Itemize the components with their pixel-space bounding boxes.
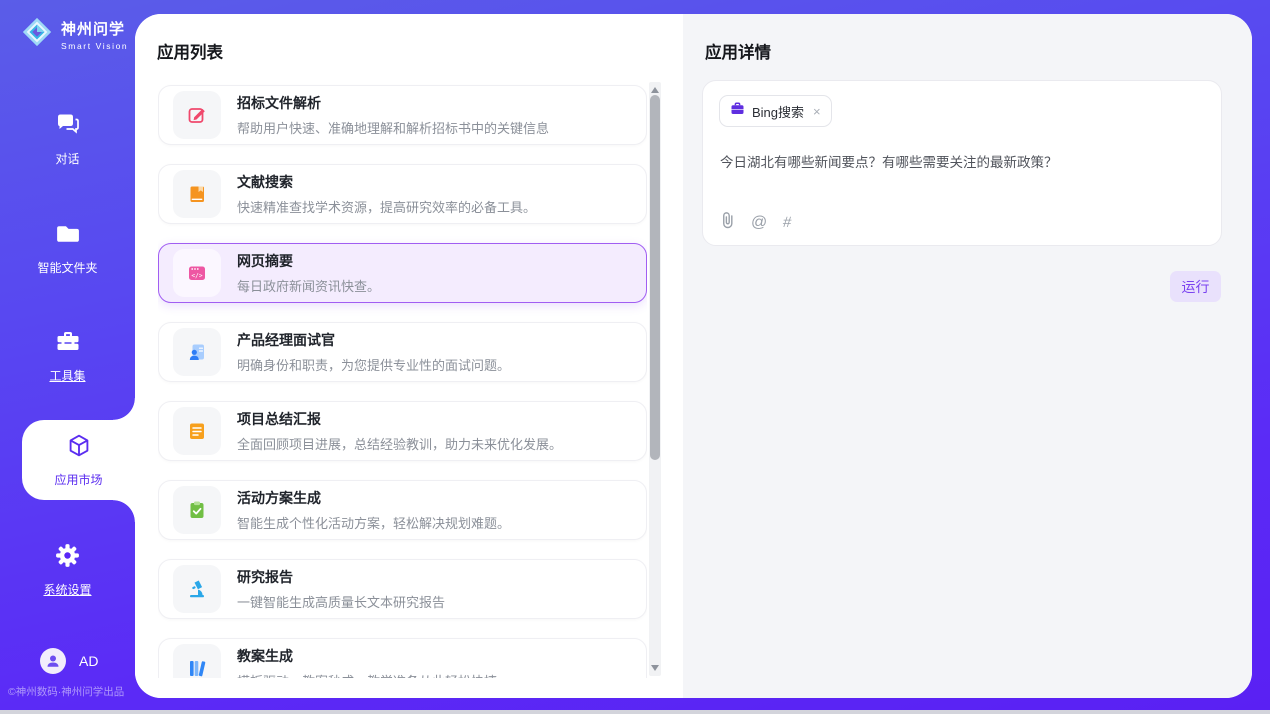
app-description: 帮助用户快速、准确地理解和解析招标书中的关键信息 (237, 118, 549, 137)
folder-icon (54, 220, 81, 252)
cube-icon (65, 432, 93, 465)
app-list-title: 应用列表 (157, 39, 223, 63)
app-name: 招标文件解析 (237, 93, 549, 113)
svg-text:</>: </> (191, 273, 202, 280)
app-card-bid-parse[interactable]: 招标文件解析 帮助用户快速、准确地理解和解析招标书中的关键信息 (158, 85, 647, 145)
edit-icon (173, 91, 221, 139)
app-card-project-summary[interactable]: 项目总结汇报 全面回顾项目进展，总结经验教训，助力未来优化发展。 (158, 401, 647, 461)
sidebar-item-label: 工具集 (49, 367, 85, 384)
scroll-up-arrow-icon[interactable] (651, 87, 659, 93)
scroll-down-arrow-icon[interactable] (651, 665, 659, 671)
composer-toolbar: @ # (720, 211, 792, 234)
app-description: 每日政府新闻资讯快查。 (237, 276, 380, 295)
memo-icon (173, 407, 221, 455)
sidebar-item-label: 对话 (55, 150, 79, 167)
app-card-web-summary[interactable]: </> 网页摘要 每日政府新闻资讯快查。 (158, 243, 647, 303)
app-card-pm-interviewer[interactable]: 产品经理面试官 明确身份和职责，为您提供专业性的面试问题。 (158, 322, 647, 382)
app-detail-title: 应用详情 (705, 39, 771, 63)
brand: 神州问学 Smart Vision (20, 15, 128, 54)
sidebar-item-app-market[interactable]: 应用市场 (22, 420, 135, 500)
app-description: 明确身份和职责，为您提供专业性的面试问题。 (237, 355, 510, 374)
sidebar-item-smart-folder[interactable]: 智能文件夹 (0, 220, 135, 276)
paperclip-icon[interactable] (720, 211, 735, 234)
prompt-card: Bing搜索 × 今日湖北有哪些新闻要点？有哪些需要关注的最新政策？ @ # (702, 80, 1222, 246)
app-card-event-plan[interactable]: 活动方案生成 智能生成个性化活动方案，轻松解决规划难题。 (158, 480, 647, 540)
sidebar-item-label: 智能文件夹 (37, 259, 97, 276)
close-icon[interactable]: × (813, 105, 821, 118)
brand-name: 神州问学 (61, 18, 128, 39)
app-name: 产品经理面试官 (237, 330, 510, 350)
avatar (40, 648, 66, 674)
tag-icon[interactable]: # (782, 214, 792, 231)
mention-icon[interactable]: @ (751, 214, 767, 232)
brand-diamond-icon (20, 15, 54, 54)
app-name: 研究报告 (237, 567, 445, 587)
app-description: 智能生成个性化活动方案，轻松解决规划难题。 (237, 513, 510, 532)
app-detail-panel: 应用详情 Bing搜索 × 今日湖北有哪些新闻要点？有哪些需要关注的最新政策？ (683, 14, 1252, 698)
sidebar-item-label: 应用市场 (54, 471, 102, 488)
app-name: 活动方案生成 (237, 488, 510, 508)
scrollbar-thumb[interactable] (650, 95, 660, 460)
sidebar-item-settings[interactable]: 系统设置 (0, 542, 135, 598)
sidebar: 神州问学 Smart Vision 对话 智能文件夹 (0, 0, 135, 710)
app-name: 项目总结汇报 (237, 409, 562, 429)
app-description: 模板驱动，教案秒成，教学准备从此轻松快捷 (237, 671, 497, 678)
app-card-lesson-plan[interactable]: 教案生成 模板驱动，教案秒成，教学准备从此轻松快捷 (158, 638, 647, 678)
app-card-research-report[interactable]: 研究报告 一键智能生成高质量长文本研究报告 (158, 559, 647, 619)
sidebar-item-toolset[interactable]: 工具集 (0, 327, 135, 384)
chat-icon (54, 110, 82, 143)
app-list-panel: 应用列表 招标文件解析 帮助用户快速、准确地理解和解析招标书中的关键信息 (135, 14, 683, 698)
copyright-text: ©神州数码·神州问学出品 (8, 684, 135, 699)
book-icon (173, 170, 221, 218)
books-icon (173, 644, 221, 678)
run-button[interactable]: 运行 (1170, 271, 1221, 302)
microscope-icon (173, 565, 221, 613)
user-account[interactable]: AD (40, 648, 98, 674)
gear-icon (54, 542, 81, 574)
sidebar-item-label: 系统设置 (43, 581, 91, 598)
brand-subtitle: Smart Vision (61, 41, 128, 51)
toolbox-icon (54, 327, 82, 360)
tool-chip-bing-search[interactable]: Bing搜索 × (719, 95, 832, 127)
bottom-edge-strip (0, 710, 1270, 714)
app-description: 一键智能生成高质量长文本研究报告 (237, 592, 445, 611)
sidebar-item-chat[interactable]: 对话 (0, 110, 135, 167)
prompt-text[interactable]: 今日湖北有哪些新闻要点？有哪些需要关注的最新政策？ (720, 151, 1206, 171)
scrollbar[interactable] (649, 82, 661, 676)
app-card-literature-search[interactable]: 文献搜索 快速精准查找学术资源，提高研究效率的必备工具。 (158, 164, 647, 224)
app-card-list: 招标文件解析 帮助用户快速、准确地理解和解析招标书中的关键信息 文献搜索 快速精… (158, 71, 647, 678)
browser-icon: </> (173, 249, 221, 297)
clipboard-check-icon (173, 486, 221, 534)
user-initials: AD (79, 653, 98, 669)
app-description: 快速精准查找学术资源，提高研究效率的必备工具。 (237, 197, 536, 216)
app-description: 全面回顾项目进展，总结经验教训，助力未来优化发展。 (237, 434, 562, 453)
app-name: 教案生成 (237, 646, 497, 666)
interviewer-icon (173, 328, 221, 376)
main-content: 应用列表 招标文件解析 帮助用户快速、准确地理解和解析招标书中的关键信息 (135, 14, 1252, 698)
briefcase-icon (730, 101, 745, 121)
tool-chip-label: Bing搜索 (752, 102, 804, 121)
app-name: 文献搜索 (237, 172, 536, 192)
app-name: 网页摘要 (237, 251, 380, 271)
